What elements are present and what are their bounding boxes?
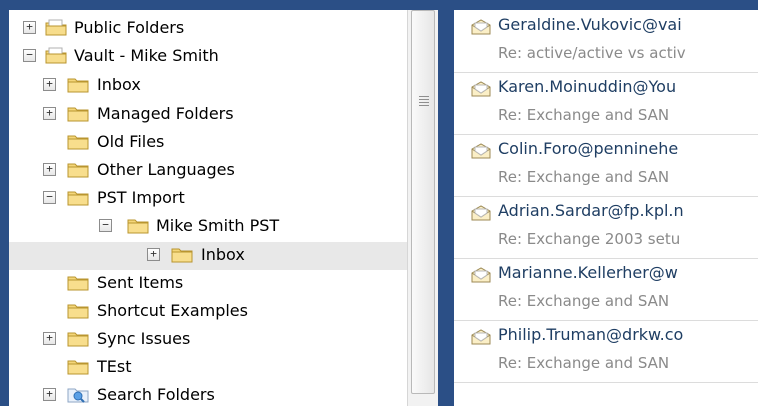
folder-tree-pane: + Public Folders − Vault - Mike Smith + Inbox… xyxy=(9,10,407,406)
folder-tree-item[interactable]: − PST Import xyxy=(9,185,407,213)
envelope-open-icon xyxy=(471,81,491,97)
folder-pane-scrollbar[interactable] xyxy=(407,10,438,406)
scrollbar-grip-icon xyxy=(419,96,429,108)
message-sender: Geraldine.Vukovic@vai xyxy=(498,15,682,34)
search-folder-icon xyxy=(67,386,89,403)
folder-label: Shortcut Examples xyxy=(97,301,248,320)
message-sender: Colin.Foro@penninehe xyxy=(498,139,679,158)
envelope-open-icon xyxy=(471,205,491,221)
folder-label: Search Folders xyxy=(97,385,215,404)
folder-label: Inbox xyxy=(201,245,245,264)
folder-label: Sync Issues xyxy=(97,329,191,348)
collapse-minus-icon[interactable]: − xyxy=(23,49,36,62)
folder-label: Old Files xyxy=(97,132,165,151)
folder-label: Sent Items xyxy=(97,273,184,292)
message-subject: Re: active/active vs activ xyxy=(498,44,686,62)
message-list-item[interactable]: Philip.Truman@drkw.co Re: Exchange and SA… xyxy=(454,320,758,383)
folder-icon xyxy=(171,246,193,263)
message-list-item[interactable]: Adrian.Sardar@fp.kpl.n Re: Exchange 2003 … xyxy=(454,196,758,259)
folder-icon xyxy=(67,133,89,150)
message-list-item[interactable]: Marianne.Kellerher@w Re: Exchange and SAN xyxy=(454,258,758,321)
envelope-open-icon xyxy=(471,19,491,35)
vault-icon xyxy=(45,47,67,64)
expand-plus-icon[interactable]: + xyxy=(43,388,56,401)
folder-icon xyxy=(67,358,89,375)
message-subject: Re: Exchange and SAN xyxy=(498,106,670,124)
folder-tree-item[interactable]: TEst xyxy=(9,354,407,382)
folder-tree-item[interactable]: + Inbox xyxy=(9,242,407,270)
folder-label: Mike Smith PST xyxy=(156,216,280,235)
expand-plus-icon[interactable]: + xyxy=(43,163,56,176)
folder-tree-item[interactable]: + Sync Issues xyxy=(9,326,407,354)
folder-tree-item[interactable]: − Mike Smith PST xyxy=(9,213,407,241)
folder-icon xyxy=(67,161,89,178)
collapse-minus-icon[interactable]: − xyxy=(99,219,112,232)
collapse-minus-icon[interactable]: − xyxy=(43,191,56,204)
message-list-pane: Geraldine.Vukovic@vai Re: active/active v… xyxy=(454,10,758,406)
folder-icon xyxy=(67,189,89,206)
folder-label: Inbox xyxy=(97,75,141,94)
folder-tree-item[interactable]: Shortcut Examples xyxy=(9,298,407,326)
folder-tree-item[interactable]: Sent Items xyxy=(9,270,407,298)
folder-label: PST Import xyxy=(97,188,185,207)
folder-tree-item[interactable]: + Public Folders xyxy=(9,15,407,43)
envelope-open-icon xyxy=(471,267,491,283)
expand-plus-icon[interactable]: + xyxy=(23,21,36,34)
message-sender: Karen.Moinuddin@You xyxy=(498,77,677,96)
folder-label: Vault - Mike Smith xyxy=(74,46,219,65)
folder-label: Other Languages xyxy=(97,160,235,179)
folder-icon xyxy=(67,330,89,347)
folder-label: TEst xyxy=(97,357,132,376)
envelope-open-icon xyxy=(471,329,491,345)
pane-splitter[interactable] xyxy=(438,10,454,406)
expand-plus-icon[interactable]: + xyxy=(43,332,56,345)
message-subject: Re: Exchange 2003 setu xyxy=(498,230,681,248)
message-sender: Adrian.Sardar@fp.kpl.n xyxy=(498,201,684,220)
message-subject: Re: Exchange and SAN xyxy=(498,292,670,310)
envelope-open-icon xyxy=(471,143,491,159)
folder-icon xyxy=(67,76,89,93)
folder-tree-item[interactable]: + Search Folders xyxy=(9,382,407,406)
message-subject: Re: Exchange and SAN xyxy=(498,168,670,186)
expand-plus-icon[interactable]: + xyxy=(43,78,56,91)
folder-tree-item[interactable]: − Vault - Mike Smith xyxy=(9,43,407,71)
folder-icon xyxy=(127,217,149,234)
folder-tree-item[interactable]: + Inbox xyxy=(9,72,407,100)
folder-icon xyxy=(67,274,89,291)
folder-tree-item[interactable]: Old Files xyxy=(9,129,407,157)
folder-icon xyxy=(67,302,89,319)
folder-tree-item[interactable]: + Managed Folders xyxy=(9,101,407,129)
message-subject: Re: Exchange and SAN xyxy=(498,354,670,372)
expand-plus-icon[interactable]: + xyxy=(147,248,160,261)
folder-icon xyxy=(67,105,89,122)
expand-plus-icon[interactable]: + xyxy=(43,107,56,120)
message-list-item[interactable]: Geraldine.Vukovic@vai Re: active/active v… xyxy=(454,10,758,73)
message-sender: Philip.Truman@drkw.co xyxy=(498,325,684,344)
scrollbar-thumb[interactable] xyxy=(411,10,435,394)
folder-tree-item[interactable]: + Other Languages xyxy=(9,157,407,185)
folder-label: Managed Folders xyxy=(97,104,234,123)
public-folders-icon xyxy=(45,19,67,36)
message-sender: Marianne.Kellerher@w xyxy=(498,263,678,282)
message-list-item[interactable]: Karen.Moinuddin@You Re: Exchange and SAN xyxy=(454,72,758,135)
message-list-item[interactable]: Colin.Foro@penninehe Re: Exchange and SAN xyxy=(454,134,758,197)
folder-label: Public Folders xyxy=(74,18,185,37)
